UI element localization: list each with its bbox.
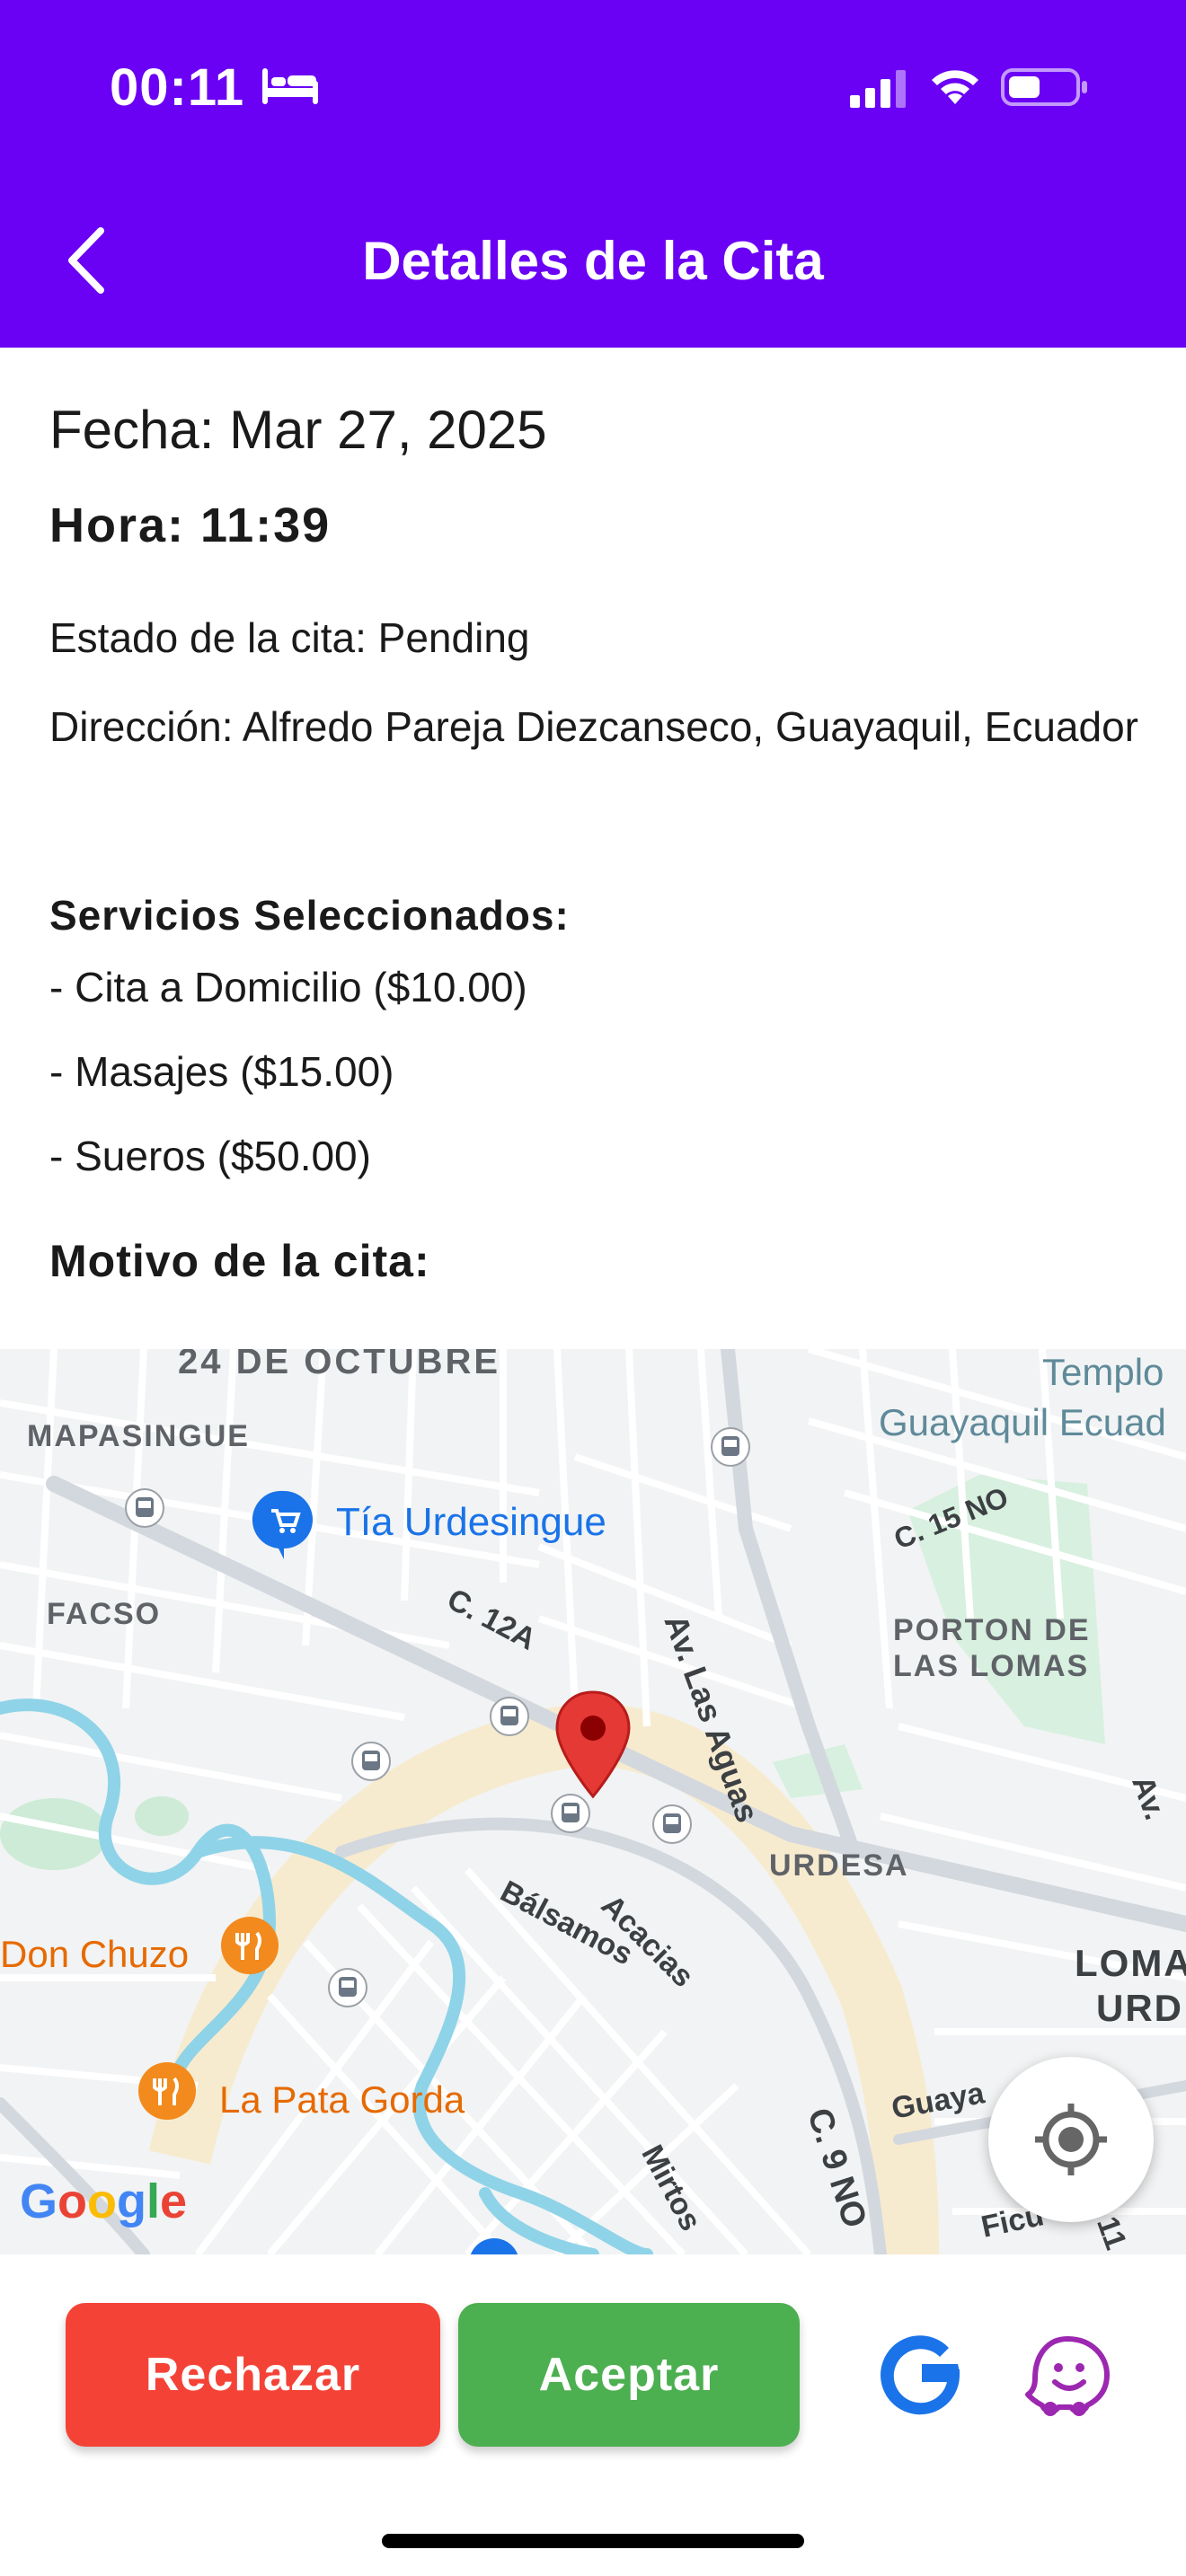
bus-stop-icon[interactable] xyxy=(350,1741,392,1782)
bed-icon xyxy=(262,68,318,104)
map-label: FACSO xyxy=(47,1597,162,1631)
appointment-status: Estado de la cita: Pending xyxy=(49,614,530,661)
app-header: 00:11 Detalles de la Cita xyxy=(0,0,1186,348)
reject-button[interactable]: Rechazar xyxy=(66,2303,440,2447)
map-label: URDESA xyxy=(769,1848,909,1883)
current-location-icon xyxy=(470,2238,518,2254)
appointment-time: Hora: 11:39 xyxy=(49,498,332,552)
appointment-reason-label: Motivo de la cita: xyxy=(49,1236,430,1286)
map-label[interactable]: Tía Urdesingue xyxy=(336,1500,606,1545)
bus-stop-icon[interactable] xyxy=(651,1804,693,1845)
waze-icon[interactable] xyxy=(1017,2326,1116,2425)
google-logo: Google xyxy=(20,2175,188,2228)
wifi-icon xyxy=(932,70,978,104)
google-maps-icon[interactable] xyxy=(872,2326,970,2425)
restaurant-icon[interactable] xyxy=(217,1913,282,1989)
service-item: - Masajes ($15.00) xyxy=(49,1048,394,1095)
map-label: 24 DE OCTUBRE xyxy=(178,1349,501,1381)
appointment-date: Fecha: Mar 27, 2025 xyxy=(49,400,547,460)
map-label: Guayaquil Ecuad xyxy=(879,1401,1166,1443)
map-label: LAS LOMAS xyxy=(893,1649,1090,1683)
page-title: Detalles de la Cita xyxy=(362,231,824,291)
accept-button[interactable]: Aceptar xyxy=(458,2303,800,2447)
map-label: PORTON DE xyxy=(893,1613,1091,1647)
crosshair-icon xyxy=(1035,2104,1107,2175)
battery-icon xyxy=(1001,68,1087,106)
shopping-cart-icon[interactable] xyxy=(252,1487,316,1563)
bus-stop-icon[interactable] xyxy=(489,1696,530,1737)
map-label: URD xyxy=(1096,1987,1183,2029)
service-item: - Cita a Domicilio ($10.00) xyxy=(49,964,527,1010)
bus-stop-icon[interactable] xyxy=(710,1426,751,1468)
bus-stop-icon[interactable] xyxy=(327,1967,368,2008)
map-label[interactable]: La Pata Gorda xyxy=(219,2078,465,2122)
location-pin-icon[interactable] xyxy=(552,1689,634,1802)
map-label: Templo xyxy=(1042,1351,1164,1393)
bus-stop-icon[interactable] xyxy=(124,1487,165,1529)
map-label[interactable]: Don Chuzo xyxy=(0,1933,189,1976)
services-title: Servicios Seleccionados: xyxy=(49,892,570,939)
home-indicator[interactable] xyxy=(382,2534,804,2548)
map-label: LOMA xyxy=(1075,1942,1186,1984)
map-label: MAPASINGUE xyxy=(27,1419,250,1453)
restaurant-icon[interactable] xyxy=(135,2059,199,2134)
my-location-button[interactable] xyxy=(988,2057,1154,2222)
service-item: - Sueros ($50.00) xyxy=(49,1133,371,1179)
signal-icon xyxy=(850,70,906,108)
status-time: 00:11 xyxy=(110,58,245,117)
appointment-address: Dirección: Alfredo Pareja Diezcanseco, G… xyxy=(49,703,1138,750)
